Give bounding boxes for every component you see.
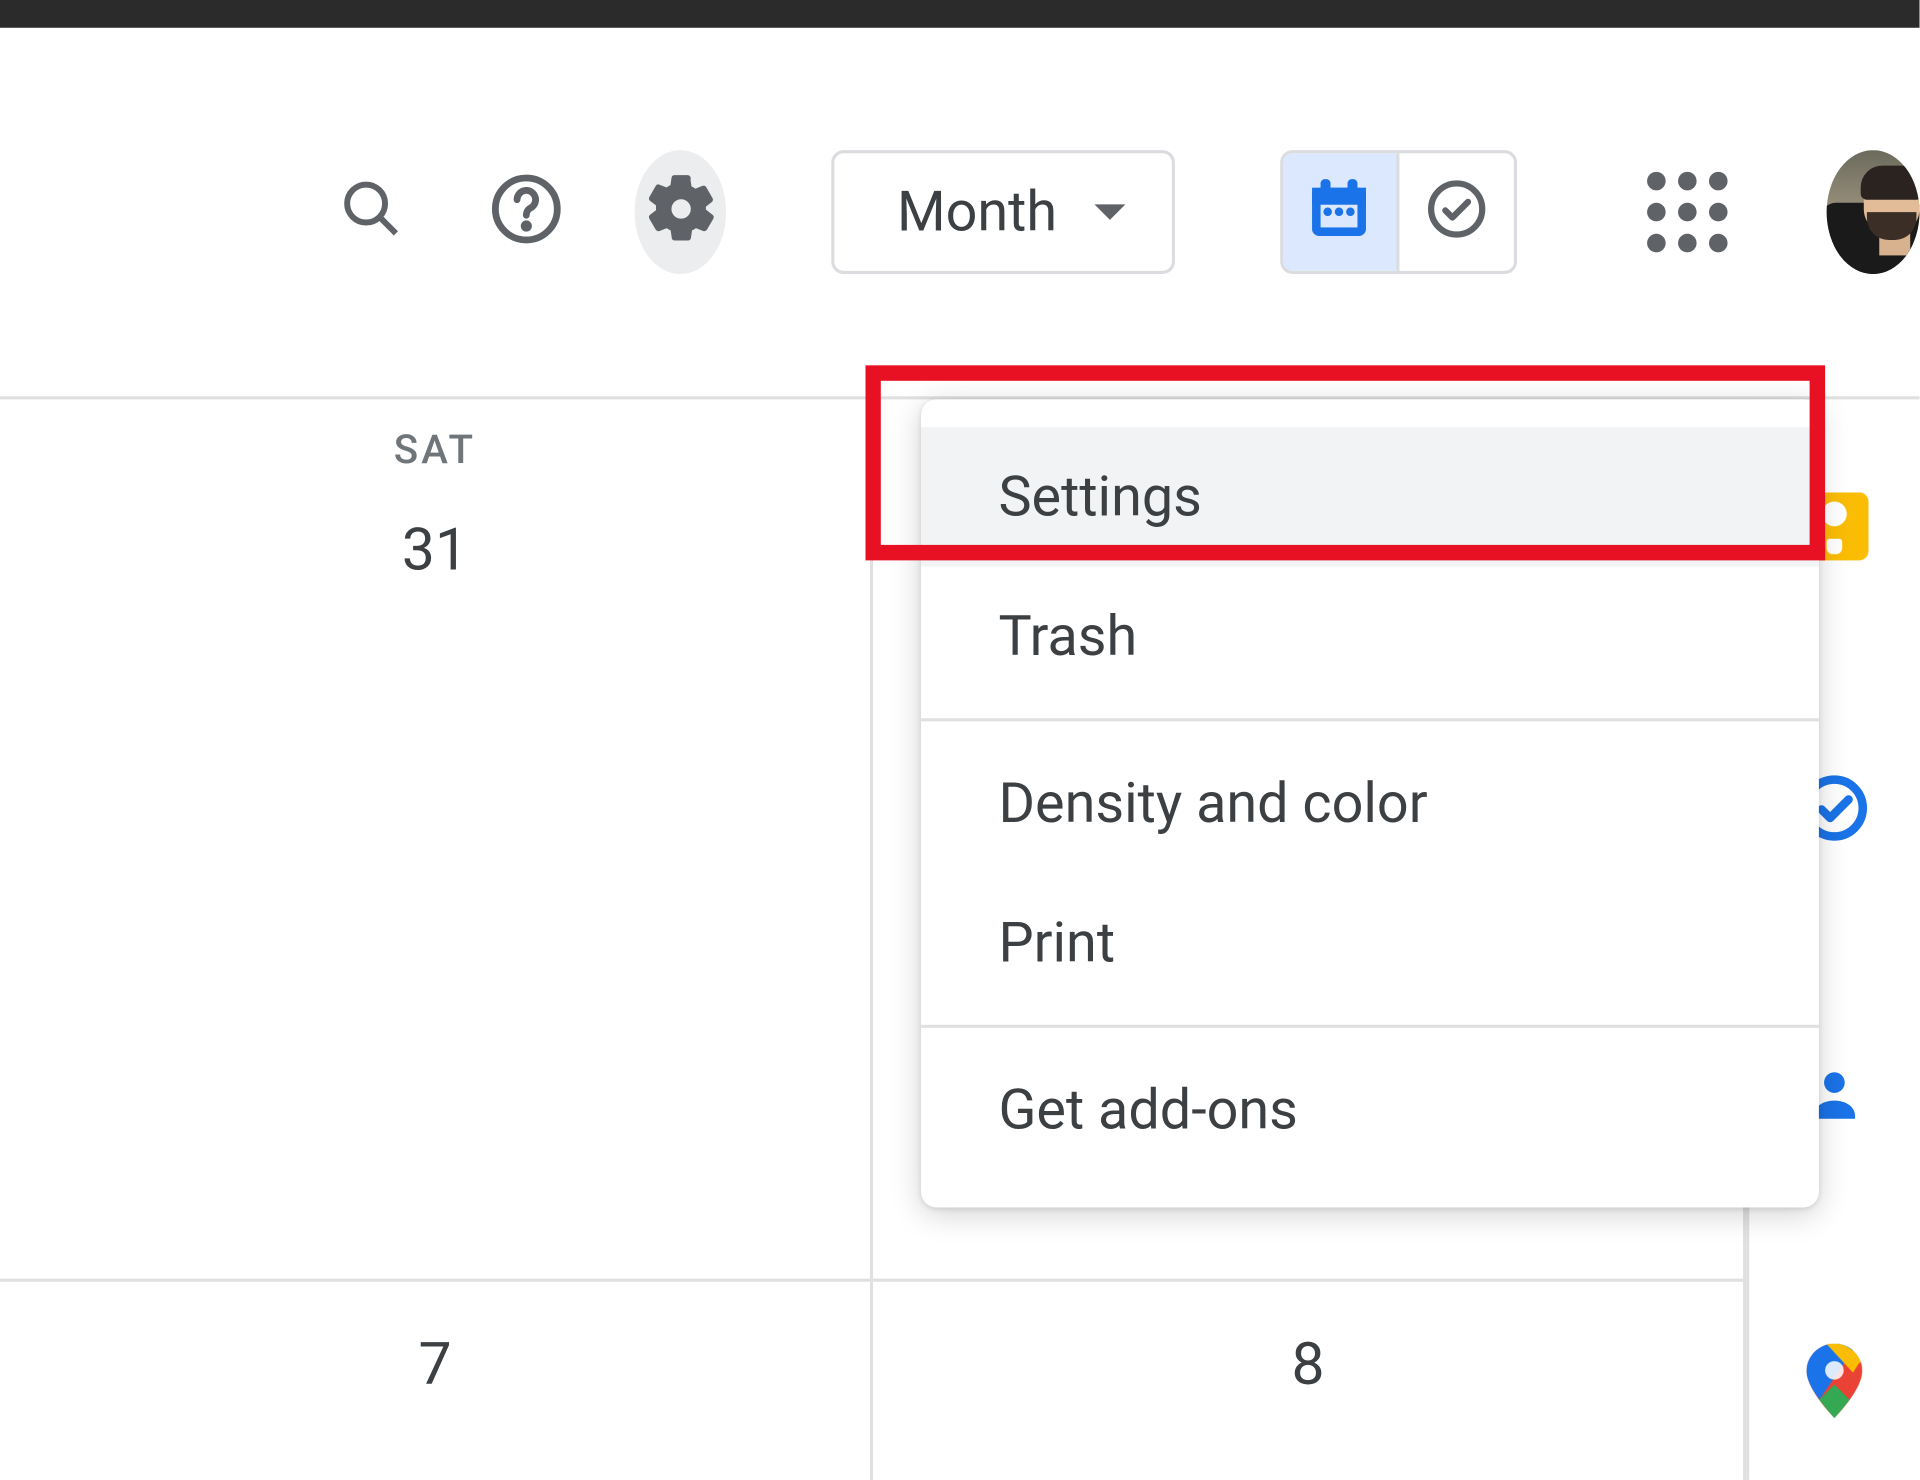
day-of-week-label: SAT: [0, 427, 870, 473]
tasks-view-button[interactable]: [1399, 153, 1514, 271]
date-label: 8: [873, 1331, 1743, 1399]
date-label: 7: [0, 1331, 870, 1399]
search-button[interactable]: [325, 150, 418, 274]
menu-item-addons[interactable]: Get add-ons: [921, 1040, 1819, 1179]
menu-item-label: Settings: [998, 464, 1201, 529]
help-button[interactable]: [480, 150, 573, 274]
settings-menu: Settings Trash Density and color Print G…: [921, 399, 1819, 1207]
settings-button[interactable]: [634, 150, 727, 274]
chevron-down-icon: [1094, 204, 1125, 219]
help-icon: [489, 172, 563, 252]
view-selector-label: Month: [897, 180, 1057, 245]
menu-item-trash[interactable]: Trash: [921, 567, 1819, 706]
view-toggle: [1280, 150, 1518, 274]
gear-icon: [642, 170, 719, 254]
menu-divider: [921, 1025, 1819, 1028]
calendar-view-button[interactable]: [1283, 153, 1399, 271]
maps-icon: [1807, 1344, 1863, 1418]
maps-app-button[interactable]: [1800, 1347, 1868, 1415]
menu-item-label: Density and color: [998, 771, 1427, 836]
menu-item-label: Get add-ons: [998, 1077, 1297, 1142]
menu-item-label: Trash: [998, 604, 1137, 669]
header-toolbar: Month: [0, 28, 1920, 400]
task-check-icon: [1423, 175, 1491, 249]
window-chrome-bar: [0, 0, 1920, 28]
view-selector[interactable]: Month: [832, 150, 1175, 274]
calendar-cell[interactable]: 7: [0, 1282, 873, 1480]
apps-button[interactable]: [1642, 150, 1735, 274]
menu-item-label: Print: [998, 910, 1115, 975]
calendar-cell[interactable]: 8: [873, 1282, 1746, 1480]
menu-item-settings[interactable]: Settings: [921, 427, 1819, 566]
menu-divider: [921, 718, 1819, 721]
search-icon: [339, 176, 404, 247]
account-avatar[interactable]: [1827, 150, 1920, 274]
date-label: 31: [0, 517, 870, 585]
menu-item-density[interactable]: Density and color: [921, 734, 1819, 873]
menu-item-print[interactable]: Print: [921, 873, 1819, 1012]
calendar-icon: [1306, 175, 1374, 249]
calendar-cell[interactable]: SAT 31: [0, 399, 873, 1281]
apps-grid-icon: [1648, 172, 1728, 252]
